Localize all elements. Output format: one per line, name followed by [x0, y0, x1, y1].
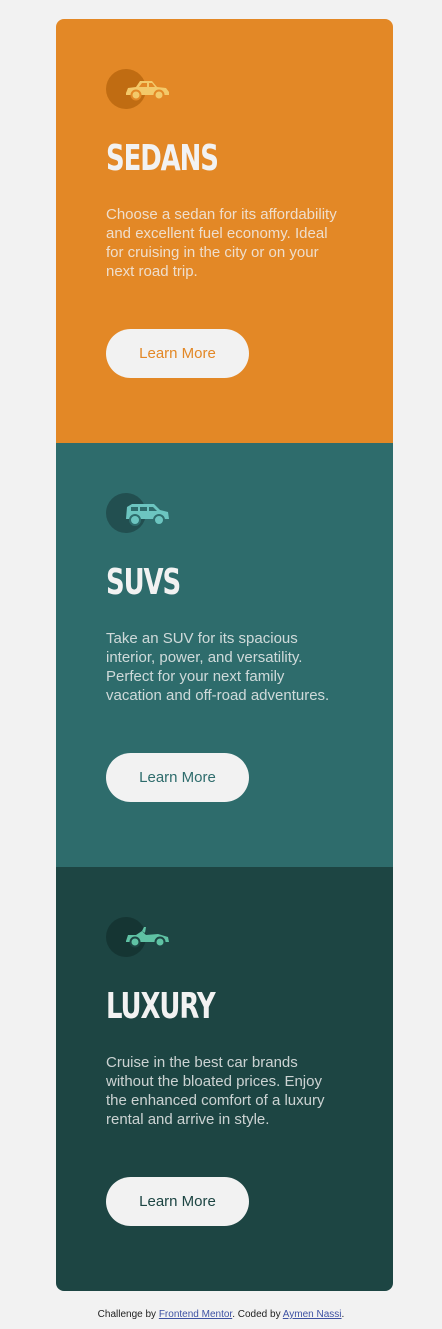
learn-more-button-sedans[interactable]: Learn More	[106, 329, 249, 378]
sedan-icon-wrap	[106, 69, 172, 109]
card-suvs: SUVS Take an SUV for its spacious interi…	[56, 443, 393, 867]
footer-suffix: .	[341, 1309, 345, 1320]
card-text-luxury: Cruise in the best car brands without th…	[106, 1054, 325, 1128]
attribution-footer: Challenge by Frontend Mentor. Coded by A…	[0, 1309, 442, 1320]
card-text-sedans: Choose a sedan for its affordability and…	[106, 206, 337, 280]
frontend-mentor-link[interactable]: Frontend Mentor	[159, 1309, 232, 1320]
luxury-car-icon	[126, 927, 169, 948]
card-sedans: SEDANS Choose a sedan for its affordabil…	[56, 19, 393, 443]
sedan-car-icon	[126, 81, 169, 101]
luxury-icon-wrap	[106, 917, 172, 957]
learn-more-button-suvs[interactable]: Learn More	[106, 753, 249, 802]
card-title-sedans: SEDANS	[106, 138, 219, 179]
suv-icon-wrap	[106, 493, 172, 533]
card-title-suvs: SUVS	[106, 562, 181, 603]
learn-more-button-luxury[interactable]: Learn More	[106, 1177, 249, 1226]
footer-prefix: Challenge by	[97, 1309, 159, 1320]
footer-middle: . Coded by	[232, 1309, 283, 1320]
suv-car-icon	[126, 504, 169, 526]
card-text-suvs: Take an SUV for its spacious interior, p…	[106, 630, 330, 704]
car-cards-container: SEDANS Choose a sedan for its affordabil…	[56, 19, 393, 1291]
author-link[interactable]: Aymen Nassi	[283, 1309, 342, 1320]
card-luxury: LUXURY Cruise in the best car brands wit…	[56, 867, 393, 1291]
card-title-luxury: LUXURY	[106, 986, 216, 1027]
